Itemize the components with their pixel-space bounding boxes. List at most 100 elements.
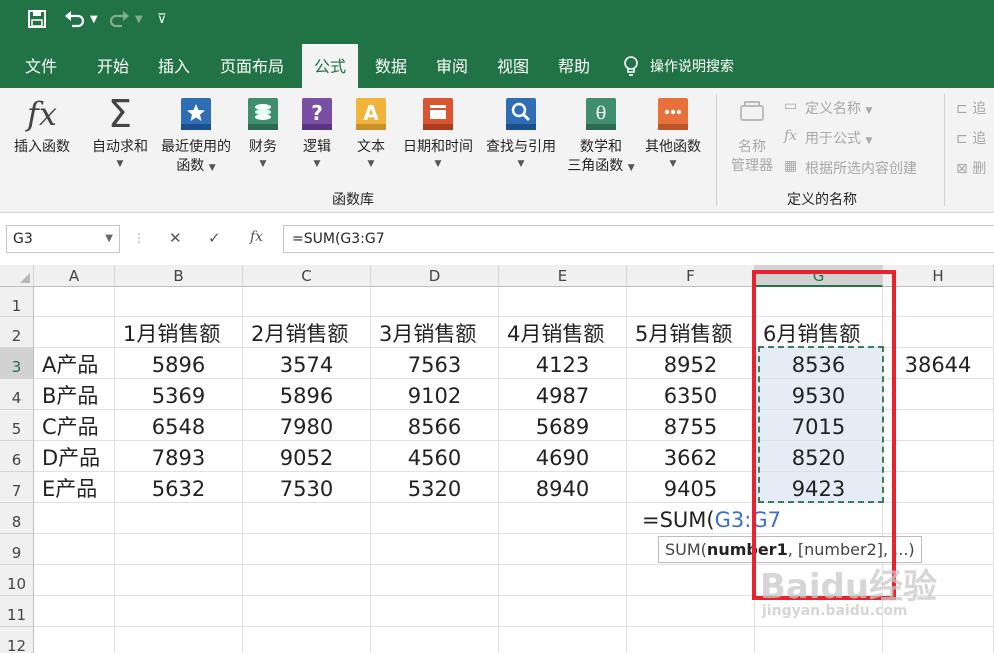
cell-b8[interactable] xyxy=(115,503,243,534)
cell-b4[interactable]: 5369 xyxy=(115,379,243,410)
row-header[interactable]: 7 xyxy=(0,472,34,503)
column-header-h[interactable]: H xyxy=(883,265,994,287)
cell-f5[interactable]: 8755 xyxy=(627,410,755,441)
row-header[interactable]: 8 xyxy=(0,503,34,534)
cell-f3[interactable]: 8952 xyxy=(627,348,755,379)
cell-b12[interactable] xyxy=(115,627,243,653)
cell-h6[interactable] xyxy=(883,441,994,472)
cell-g2[interactable]: 6月销售额 xyxy=(755,317,883,348)
tab-help[interactable]: 帮助 xyxy=(547,44,601,88)
cell-f1[interactable] xyxy=(627,287,755,317)
cell-f12[interactable] xyxy=(627,627,755,653)
cell-b7[interactable]: 5632 xyxy=(115,472,243,503)
trace-dependents-button[interactable]: ⊏ 追 xyxy=(956,128,986,148)
cell-h12[interactable] xyxy=(883,627,994,653)
math-trig-button[interactable]: θ 数学和 三角函数 ▼ xyxy=(563,96,639,178)
define-name-button[interactable]: 定义名称 ▼ xyxy=(805,98,872,118)
cell-h7[interactable] xyxy=(883,472,994,503)
cell-f4[interactable]: 6350 xyxy=(627,379,755,410)
cell-d9[interactable] xyxy=(371,534,499,565)
name-box-dropdown-icon[interactable]: ▼ xyxy=(105,226,113,252)
cell-d1[interactable] xyxy=(371,287,499,317)
cell-a1[interactable] xyxy=(34,287,115,317)
date-time-button[interactable]: 日期和时间 ▼ xyxy=(398,96,478,169)
cell-e2[interactable]: 4月销售额 xyxy=(499,317,627,348)
undo-dropdown-icon[interactable]: ▼ xyxy=(90,14,98,25)
cell-h4[interactable] xyxy=(883,379,994,410)
tab-page-layout[interactable]: 页面布局 xyxy=(210,44,294,88)
tell-me-search[interactable]: 操作说明搜索 xyxy=(650,44,750,88)
trace-precedents-button[interactable]: ⊏ 追 xyxy=(956,98,986,118)
row-header[interactable]: 12 xyxy=(0,627,34,653)
cell-f2[interactable]: 5月销售额 xyxy=(627,317,755,348)
cell-d11[interactable] xyxy=(371,596,499,627)
tab-view[interactable]: 视图 xyxy=(486,44,540,88)
cell-b1[interactable] xyxy=(115,287,243,317)
cell-b9[interactable] xyxy=(115,534,243,565)
lightbulb-icon[interactable] xyxy=(623,56,639,78)
column-header-a[interactable]: A xyxy=(34,265,115,287)
cell-h2[interactable] xyxy=(883,317,994,348)
row-header[interactable]: 10 xyxy=(0,565,34,596)
cell-a11[interactable] xyxy=(34,596,115,627)
row-header[interactable]: 3 xyxy=(0,348,34,379)
column-header-e[interactable]: E xyxy=(499,265,627,287)
cell-g6[interactable]: 8520 xyxy=(755,441,883,472)
column-header-b[interactable]: B xyxy=(115,265,243,287)
cell-c7[interactable]: 7530 xyxy=(243,472,371,503)
remove-arrows-button[interactable]: ⊠ 删 xyxy=(956,158,986,178)
tab-insert[interactable]: 插入 xyxy=(147,44,201,88)
logical-button[interactable]: ? 逻辑 ▼ xyxy=(292,96,342,169)
redo-dropdown-icon[interactable]: ▼ xyxy=(135,14,143,25)
cell-e11[interactable] xyxy=(499,596,627,627)
cell-f7[interactable]: 9405 xyxy=(627,472,755,503)
cancel-icon[interactable]: ✕ xyxy=(169,229,182,247)
cell-b3[interactable]: 5896 xyxy=(115,348,243,379)
autosum-button[interactable]: Σ 自动求和 ▼ xyxy=(88,95,152,169)
cell-c10[interactable] xyxy=(243,565,371,596)
cell-d6[interactable]: 4560 xyxy=(371,441,499,472)
cell-c12[interactable] xyxy=(243,627,371,653)
undo-icon[interactable] xyxy=(64,10,86,33)
cell-g5[interactable]: 7015 xyxy=(755,410,883,441)
tab-formulas[interactable]: 公式 xyxy=(302,44,358,88)
cell-a12[interactable] xyxy=(34,627,115,653)
cell-c9[interactable] xyxy=(243,534,371,565)
cell-edit-formula[interactable]: =SUM(G3:G7 xyxy=(642,508,781,532)
cell-a6[interactable]: D产品 xyxy=(34,441,115,472)
cell-h1[interactable] xyxy=(883,287,994,317)
lookup-button[interactable]: 查找与引用 ▼ xyxy=(481,96,561,169)
use-in-formula-button[interactable]: 用于公式 ▼ xyxy=(805,128,872,148)
cell-c3[interactable]: 3574 xyxy=(243,348,371,379)
row-header[interactable]: 9 xyxy=(0,534,34,565)
cell-d5[interactable]: 8566 xyxy=(371,410,499,441)
cell-d8[interactable] xyxy=(371,503,499,534)
cell-a9[interactable] xyxy=(34,534,115,565)
cell-e5[interactable]: 5689 xyxy=(499,410,627,441)
insert-function-fx-icon[interactable]: fx xyxy=(250,229,263,245)
cell-g3[interactable]: 8536 xyxy=(755,348,883,379)
row-header[interactable]: 2 xyxy=(0,317,34,348)
cell-a2[interactable] xyxy=(34,317,115,348)
cell-b5[interactable]: 6548 xyxy=(115,410,243,441)
tab-data[interactable]: 数据 xyxy=(364,44,418,88)
cell-a7[interactable]: E产品 xyxy=(34,472,115,503)
financial-button[interactable]: 财务 ▼ xyxy=(238,96,288,169)
cell-d4[interactable]: 9102 xyxy=(371,379,499,410)
cell-c2[interactable]: 2月销售额 xyxy=(243,317,371,348)
column-header-f[interactable]: F xyxy=(627,265,755,287)
row-header[interactable]: 5 xyxy=(0,410,34,441)
row-header[interactable]: 1 xyxy=(0,287,34,317)
cell-e7[interactable]: 8940 xyxy=(499,472,627,503)
text-button[interactable]: A 文本 ▼ xyxy=(346,96,396,169)
cell-c11[interactable] xyxy=(243,596,371,627)
cell-g4[interactable]: 9530 xyxy=(755,379,883,410)
column-header-d[interactable]: D xyxy=(371,265,499,287)
insert-function-button[interactable]: fx 插入函数 xyxy=(8,96,76,157)
column-header-g[interactable]: G xyxy=(755,265,883,287)
cell-a3[interactable]: A产品 xyxy=(34,348,115,379)
cell-b10[interactable] xyxy=(115,565,243,596)
cell-a4[interactable]: B产品 xyxy=(34,379,115,410)
cell-d12[interactable] xyxy=(371,627,499,653)
cell-e6[interactable]: 4690 xyxy=(499,441,627,472)
